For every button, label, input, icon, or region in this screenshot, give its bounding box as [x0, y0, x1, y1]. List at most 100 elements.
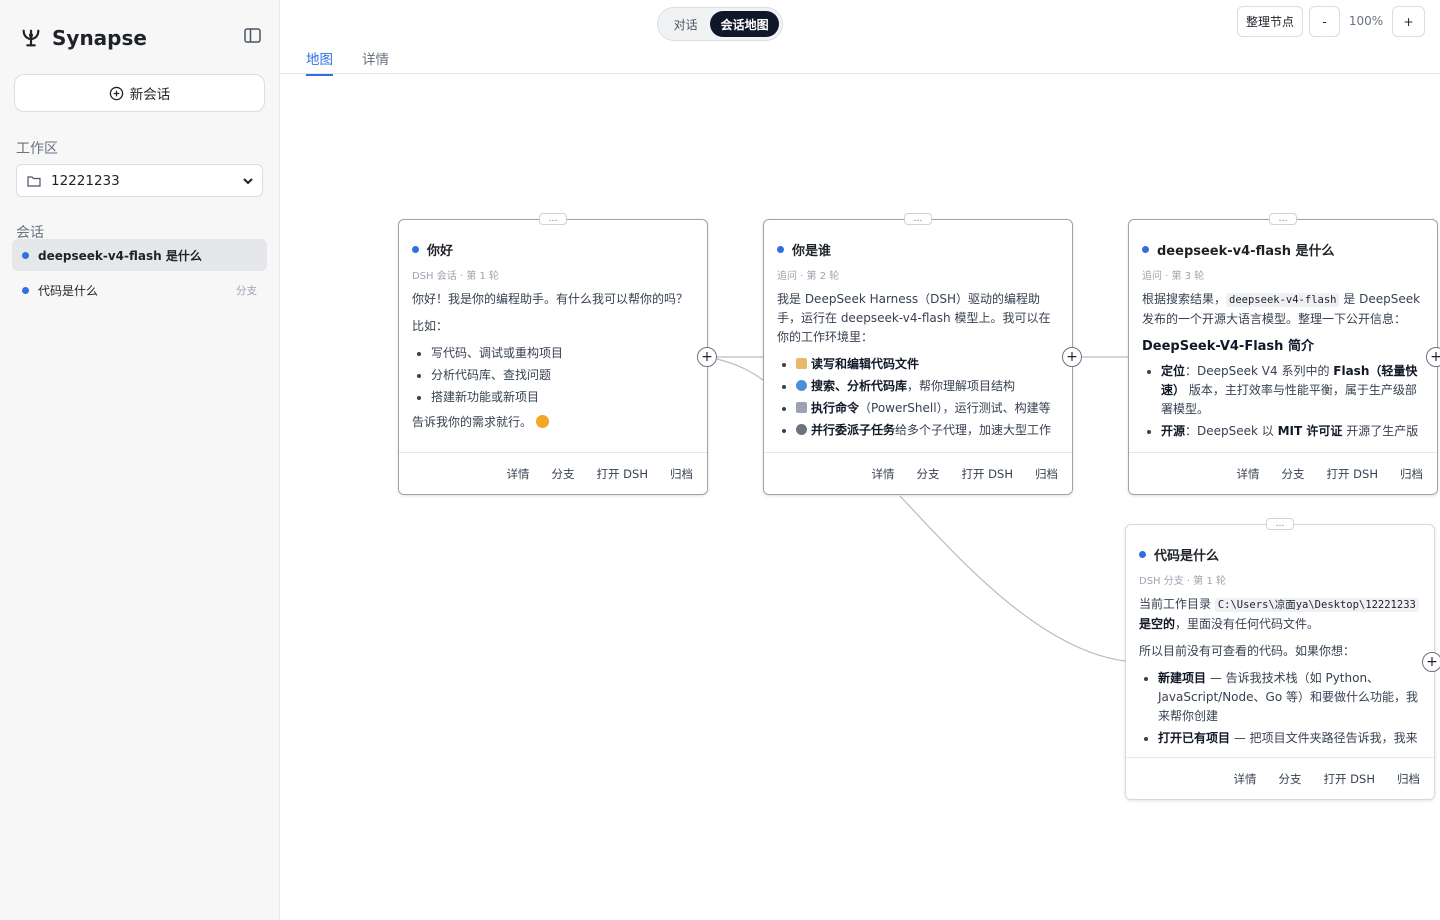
list-text: — 把项目文件夹路径告诉我，我来 — [1230, 731, 1418, 745]
node-bold: 是空的 — [1139, 617, 1176, 631]
add-child-button[interactable]: + — [697, 347, 717, 367]
add-child-button[interactable]: + — [1422, 652, 1440, 672]
list-text: ：DeepSeek V4 系列中的 — [1185, 364, 1334, 378]
node-dot — [777, 246, 784, 253]
node-text: 当前工作目录 C:\Users\凉面ya\Desktop\12221233 是空… — [1139, 595, 1424, 634]
list-text: 给多个子代理，加速大型工作 — [895, 423, 1052, 437]
list-item: 并行委派子任务给多个子代理，加速大型工作 — [796, 421, 1062, 440]
list-item: 搜索、分析代码库，帮你理解项目结构 — [796, 377, 1062, 396]
tidy-nodes-button[interactable]: 整理节点 — [1237, 6, 1303, 37]
tab-details[interactable]: 详情 — [362, 48, 389, 74]
node-details-button[interactable]: 详情 — [1234, 771, 1257, 787]
node-text: 比如： — [412, 319, 449, 333]
list-bold: 搜索、分析代码库 — [811, 379, 908, 393]
list-text: 开源了生产版 — [1342, 424, 1419, 438]
zoom-in-button[interactable]: + — [1392, 6, 1425, 37]
list-item: 分析代码库、查找问题 — [431, 366, 697, 385]
node-title: 代码是什么 — [1154, 549, 1220, 564]
node-body: 当前工作目录 C:\Users\凉面ya\Desktop\12221233 是空… — [1139, 595, 1424, 751]
node-details-button[interactable]: 详情 — [872, 466, 895, 482]
node-text: 根据搜索结果， deepseek-v4-flash 是 DeepSeek 发布的一… — [1142, 290, 1427, 329]
node-archive-button[interactable]: 归档 — [1035, 466, 1058, 482]
node-archive-button[interactable]: 归档 — [1397, 771, 1420, 787]
list-item: 读写和编辑代码文件 — [796, 355, 1062, 374]
node-meta: 追问 · 第 2 轮 — [777, 271, 840, 282]
app-name: Synapse — [52, 26, 147, 50]
list-bold: 打开已有项目 — [1158, 731, 1231, 745]
map-node-who[interactable]: 你是谁 追问 · 第 2 轮 我是 DeepSeek Harness（DSH）驱… — [763, 219, 1073, 495]
edge-n1-n2-b — [716, 358, 764, 381]
node-details-button[interactable]: 详情 — [507, 466, 530, 482]
list-bold: 开源 — [1161, 424, 1186, 438]
new-session-button[interactable]: 新会话 — [14, 74, 265, 112]
node-drag-handle[interactable]: … — [1266, 518, 1294, 530]
node-open-dsh-button[interactable]: 打开 DSH — [1327, 466, 1378, 482]
node-dot — [412, 246, 419, 253]
node-open-dsh-button[interactable]: 打开 DSH — [1324, 771, 1375, 787]
session-item[interactable]: deepseek-v4-flash 是什么 — [12, 239, 267, 271]
node-open-dsh-button[interactable]: 打开 DSH — [962, 466, 1013, 482]
map-node-code[interactable]: 代码是什么 DSH 分支 · 第 1 轮 当前工作目录 C:\Users\凉面y… — [1125, 524, 1435, 800]
node-text: 我是 DeepSeek Harness（DSH）驱动的编程助手，运行在 deep… — [777, 292, 1051, 344]
node-actions: 详情 分支 打开 DSH 归档 — [764, 452, 1072, 494]
node-text: 所以目前没有可查看的代码。如果你想： — [1139, 644, 1356, 658]
node-branch-button[interactable]: 分支 — [552, 466, 575, 482]
edge-n2-n4 — [899, 495, 1126, 662]
node-text-span: 当前工作目录 — [1139, 597, 1215, 611]
list-item: 定位：DeepSeek V4 系列中的 Flash（轻量快速） 版本，主打效率与… — [1161, 362, 1427, 419]
view-toggle: 对话 会话地图 — [657, 7, 783, 41]
list-bold: MIT 许可证 — [1277, 424, 1343, 438]
node-body: 根据搜索结果， deepseek-v4-flash 是 DeepSeek 发布的一… — [1142, 290, 1427, 444]
node-source: 追问 — [777, 271, 797, 282]
sidebar-toggle-icon[interactable] — [244, 28, 262, 44]
workspace-label: 工作区 — [16, 141, 58, 157]
node-actions: 详情 分支 打开 DSH 归档 — [1126, 757, 1434, 799]
node-text-span: ，里面没有任何代码文件。 — [1175, 617, 1320, 631]
node-turn: 第 2 轮 — [806, 271, 840, 282]
list-item: 新建项目 — 告诉我技术栈（如 Python、JavaScript/Node、G… — [1158, 669, 1424, 726]
node-text-span: 告诉我你的需求就行。 — [412, 415, 533, 429]
chat-view-button[interactable]: 对话 — [661, 11, 710, 37]
session-title: deepseek-v4-flash 是什么 — [38, 248, 202, 263]
list-item: 执行命令（PowerShell），运行测试、构建等 — [796, 399, 1062, 418]
map-node-deepseek[interactable]: deepseek-v4-flash 是什么 追问 · 第 3 轮 根据搜索结果，… — [1128, 219, 1438, 495]
node-text-span: 根据搜索结果， — [1142, 292, 1227, 306]
smile-emoji-icon — [536, 415, 550, 428]
node-source: DSH 分支 — [1139, 576, 1184, 587]
session-tag: 分支 — [236, 284, 257, 297]
node-title: 你好 — [427, 244, 454, 259]
node-branch-button[interactable]: 分支 — [1282, 466, 1305, 482]
node-open-dsh-button[interactable]: 打开 DSH — [597, 466, 648, 482]
node-title: deepseek-v4-flash 是什么 — [1157, 244, 1335, 259]
node-branch-button[interactable]: 分支 — [917, 466, 940, 482]
inline-code: C:\Users\凉面ya\Desktop\12221233 — [1214, 598, 1419, 612]
workspace-select[interactable]: 12221233 — [16, 164, 263, 197]
node-actions: 详情 分支 打开 DSH 归档 — [399, 452, 707, 494]
zoom-level: 100% — [1348, 14, 1384, 28]
add-child-button[interactable]: + — [1426, 347, 1440, 367]
node-drag-handle[interactable]: … — [539, 213, 567, 225]
add-child-button[interactable]: + — [1062, 347, 1082, 367]
node-branch-button[interactable]: 分支 — [1279, 771, 1302, 787]
list-bold: 定位 — [1161, 364, 1186, 378]
map-node-hello[interactable]: 你好 DSH 会话 · 第 1 轮 你好！我是你的编程助手。有什么我可以帮你的吗… — [398, 219, 708, 495]
new-session-label: 新会话 — [129, 87, 171, 103]
map-view-button[interactable]: 会话地图 — [710, 11, 779, 37]
sidebar: Synapse 新会话 工作区 12221233 会话 deepseek-v4-… — [0, 0, 280, 920]
tab-map[interactable]: 地图 — [306, 48, 333, 76]
node-text: 告诉我你的需求就行。 — [412, 413, 697, 432]
node-heading: DeepSeek-V4-Flash 简介 — [1142, 339, 1314, 354]
node-drag-handle[interactable]: … — [1269, 213, 1297, 225]
session-item[interactable]: 代码是什么 分支 — [12, 274, 267, 306]
folder-icon — [27, 175, 41, 187]
node-details-button[interactable]: 详情 — [1237, 466, 1260, 482]
node-archive-button[interactable]: 归档 — [1400, 466, 1423, 482]
node-body: 你好！我是你的编程助手。有什么我可以帮你的吗？ 比如： 写代码、调试或重构项目 … — [412, 290, 697, 440]
list-text: 版本，主打效率与性能平衡，属于生产级部署模型。 — [1161, 383, 1417, 416]
node-drag-handle[interactable]: … — [904, 213, 932, 225]
node-archive-button[interactable]: 归档 — [670, 466, 693, 482]
zoom-out-button[interactable]: - — [1309, 6, 1340, 37]
node-body: 我是 DeepSeek Harness（DSH）驱动的编程助手，运行在 deep… — [777, 290, 1062, 443]
memo-icon — [796, 358, 807, 369]
list-item: 开源：DeepSeek 以 MIT 许可证 开源了生产版 — [1161, 422, 1427, 441]
